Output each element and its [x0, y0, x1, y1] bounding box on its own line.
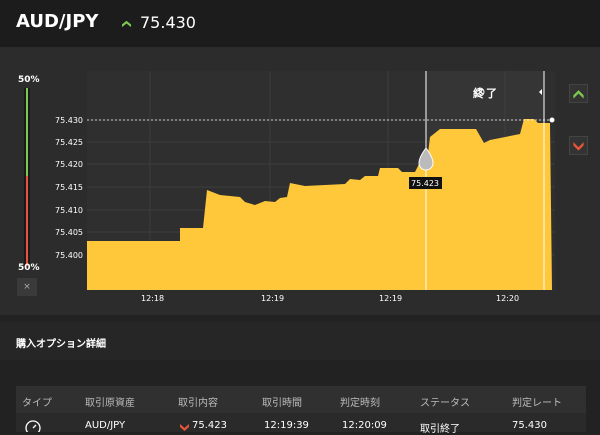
- y-tick: 75.410: [55, 206, 83, 215]
- down-icon: [180, 424, 189, 431]
- entry-price-label: 75.423: [411, 179, 439, 188]
- details-title: 購入オプション詳細: [16, 339, 106, 350]
- col-rate: 判定レート: [512, 398, 562, 409]
- chevron-up-icon: [573, 90, 584, 99]
- y-tick: 75.420: [55, 160, 83, 169]
- row-content: 75.423: [192, 420, 227, 431]
- row-rate: 75.430: [512, 420, 547, 431]
- x-tick: 12:19: [261, 294, 285, 303]
- row-judge-time: 12:20:09: [342, 420, 387, 431]
- chevron-down-icon: [573, 142, 584, 151]
- row-asset: AUD/JPY: [85, 420, 126, 431]
- high-button[interactable]: [569, 84, 588, 103]
- clock-icon: [25, 420, 41, 432]
- expiry-label: 終了: [473, 87, 499, 100]
- x-tick: 12:18: [141, 294, 165, 303]
- y-tick: 75.405: [55, 228, 83, 237]
- row-trade-time: 12:19:39: [264, 420, 309, 431]
- y-tick: 75.400: [55, 251, 83, 260]
- col-status: ステータス: [420, 398, 470, 409]
- low-button[interactable]: [569, 136, 588, 155]
- col-type: タイプ: [22, 398, 52, 409]
- row-status: 取引終了: [420, 424, 460, 435]
- price-chart: [87, 71, 555, 290]
- x-tick: 12:19: [379, 294, 403, 303]
- y-tick: 75.430: [55, 116, 83, 125]
- x-tick: 12:20: [496, 294, 520, 303]
- col-trade-time: 取引時間: [262, 398, 302, 409]
- col-asset: 取引原資産: [85, 398, 135, 409]
- col-judge-time: 判定時刻: [340, 398, 380, 409]
- col-content: 取引内容: [178, 398, 218, 409]
- y-tick: 75.415: [55, 183, 83, 192]
- y-tick: 75.425: [55, 138, 83, 147]
